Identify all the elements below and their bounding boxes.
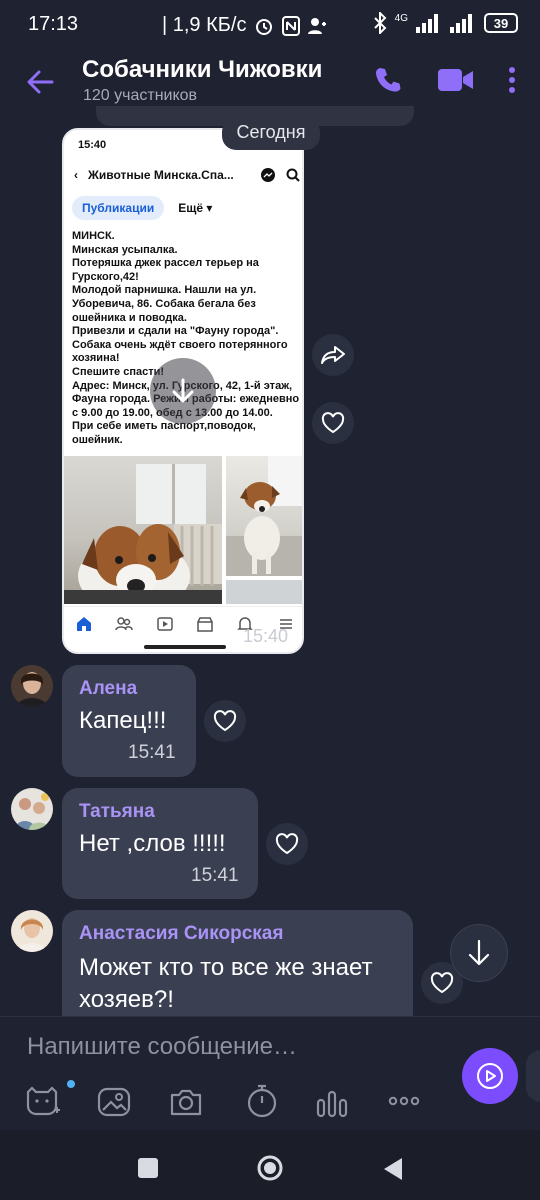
avatar-alena[interactable] bbox=[11, 665, 53, 707]
home-button[interactable] bbox=[256, 1154, 284, 1182]
download-icon bbox=[172, 378, 194, 403]
screenshot-tab-publications: Публикации bbox=[72, 196, 165, 220]
nfc-icon bbox=[282, 15, 301, 36]
screenshot-tab-more: Ещё ▾ bbox=[178, 201, 213, 215]
screenshot-video-icon bbox=[157, 616, 173, 631]
participants-count[interactable]: 120 участников bbox=[83, 87, 197, 105]
message-bubble[interactable]: Татьяна Нет ,слов !!!!! 15:41 bbox=[62, 788, 258, 899]
avatar-tatyana[interactable] bbox=[11, 788, 53, 830]
screenshot-status-time: 15:40 bbox=[78, 139, 107, 151]
screenshot-back-icon: ‹ bbox=[74, 168, 78, 182]
message-time: 15:41 bbox=[191, 865, 239, 886]
message-bubble[interactable]: Анастасия Сикорская Может кто то все же … bbox=[62, 910, 413, 1030]
heart-icon bbox=[321, 412, 345, 434]
input-toolbar bbox=[0, 1080, 540, 1124]
message-input[interactable]: Напишите сообщение… bbox=[27, 1033, 297, 1061]
status-time: 17:13 bbox=[28, 13, 79, 35]
status-bar: 17:13 | 1,9 КБ/с 4G 39 bbox=[0, 0, 540, 52]
message-text: Может кто то все же знает хозяев?! bbox=[79, 954, 373, 1013]
dog-photo-3 bbox=[226, 580, 302, 604]
video-call-icon[interactable] bbox=[436, 64, 476, 96]
status-speed: | 1,9 КБ/с bbox=[162, 14, 247, 36]
like-button[interactable] bbox=[266, 823, 308, 865]
timer-icon[interactable] bbox=[244, 1082, 280, 1120]
alarm-icon bbox=[256, 18, 273, 35]
heart-icon bbox=[430, 972, 454, 994]
more-vertical-icon[interactable] bbox=[504, 64, 520, 96]
dog-photo-1 bbox=[64, 456, 222, 604]
network-type: 4G bbox=[394, 13, 408, 24]
more-horizontal-icon[interactable] bbox=[388, 1094, 420, 1108]
message-input-bar: Напишите сообщение… bbox=[0, 1016, 540, 1086]
screenshot-home-indicator bbox=[144, 645, 226, 649]
dog-photo-2 bbox=[226, 456, 302, 576]
screenshot-page-title: Животные Минска.Спа... bbox=[88, 168, 234, 182]
battery-icon: 39 bbox=[484, 13, 518, 33]
poll-icon[interactable] bbox=[314, 1086, 350, 1120]
messenger-icon bbox=[261, 168, 275, 182]
message-text: Капец!!! bbox=[79, 707, 167, 734]
user-add-icon bbox=[308, 17, 327, 34]
screenshot-home-icon bbox=[77, 616, 92, 631]
message-bubble[interactable]: Алена Капец!!! 15:41 bbox=[62, 665, 196, 777]
notification-dot bbox=[67, 1080, 75, 1088]
message-text: Нет ,слов !!!!! bbox=[79, 830, 226, 857]
forward-button[interactable] bbox=[312, 334, 354, 376]
screenshot-friends-icon bbox=[115, 616, 134, 630]
download-button[interactable] bbox=[150, 358, 216, 424]
bluetooth-icon bbox=[373, 12, 387, 34]
like-button[interactable] bbox=[204, 700, 246, 742]
chat-title[interactable]: Собачники Чижовки bbox=[82, 56, 322, 84]
message-sender[interactable]: Татьяна bbox=[79, 801, 155, 823]
screenshot-photos bbox=[64, 456, 302, 604]
camera-icon[interactable] bbox=[168, 1084, 204, 1120]
screenshot-shop-icon bbox=[197, 616, 213, 632]
arrow-down-icon bbox=[468, 939, 490, 966]
signal-icon bbox=[416, 14, 438, 33]
screenshot-nav: ‹ Животные Минска.Спа... bbox=[74, 167, 300, 183]
message-time: 15:41 bbox=[128, 742, 176, 763]
heart-icon bbox=[213, 710, 237, 732]
heart-icon bbox=[275, 833, 299, 855]
gallery-icon[interactable] bbox=[96, 1084, 132, 1120]
forward-icon bbox=[321, 346, 345, 364]
back-button[interactable] bbox=[382, 1156, 404, 1182]
scroll-down-button[interactable] bbox=[450, 924, 508, 982]
screenshot-tabs: Публикации Ещё ▾ bbox=[72, 196, 212, 220]
recents-button[interactable] bbox=[138, 1158, 158, 1178]
phone-icon[interactable] bbox=[372, 64, 404, 96]
message-sender[interactable]: Алена bbox=[79, 678, 137, 700]
system-nav-bar bbox=[0, 1130, 540, 1200]
date-badge: Сегодня bbox=[222, 118, 320, 150]
image-message-time: 15:40 bbox=[242, 626, 288, 646]
like-button-image[interactable] bbox=[312, 402, 354, 444]
sticker-icon[interactable] bbox=[24, 1084, 60, 1120]
message-sender[interactable]: Анастасия Сикорская bbox=[79, 923, 283, 945]
screenshot-search-icon bbox=[286, 168, 300, 182]
back-arrow-icon[interactable] bbox=[22, 64, 58, 100]
avatar-anastasia[interactable] bbox=[11, 910, 53, 952]
signal-icon-2 bbox=[450, 14, 472, 33]
